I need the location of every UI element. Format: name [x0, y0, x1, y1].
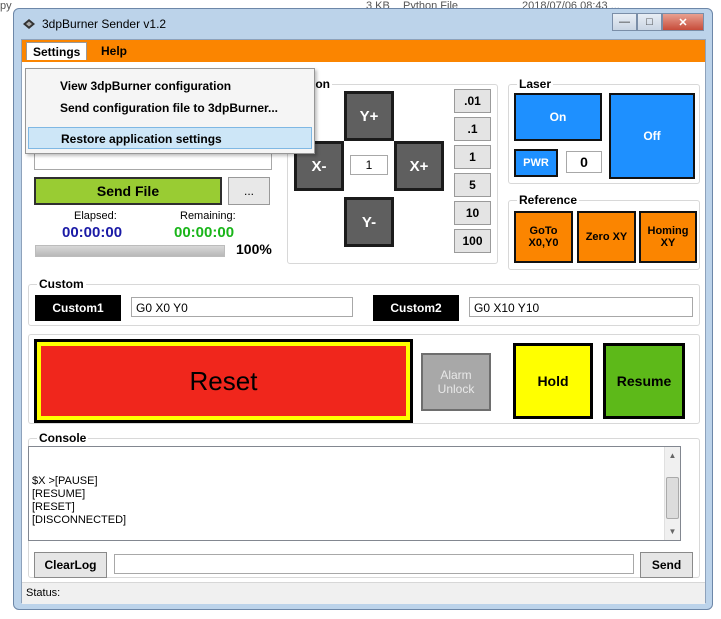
- custom2-command-input[interactable]: G0 X10 Y10: [469, 297, 693, 317]
- laser-power-input[interactable]: 0: [566, 151, 602, 173]
- resume-button[interactable]: Resume: [603, 343, 685, 419]
- reference-group: Reference GoTo X0,Y0 Zero XY Homing XY: [508, 193, 700, 270]
- step-button-0[interactable]: .01: [454, 89, 491, 113]
- settings-dropdown: View 3dpBurner configuration Send config…: [25, 68, 315, 154]
- jog-x-plus-button[interactable]: X+: [394, 141, 444, 191]
- send-command-button[interactable]: Send: [640, 552, 693, 578]
- laser-group-title: Laser: [517, 77, 554, 91]
- alarm-unlock-button[interactable]: Alarm Unlock: [421, 353, 491, 411]
- laser-off-button[interactable]: Off: [609, 93, 695, 179]
- reset-button[interactable]: Reset: [34, 339, 413, 423]
- console-group-title: Console: [37, 431, 89, 445]
- bg-filename: py: [0, 0, 12, 12]
- status-bar: Status:: [22, 582, 705, 604]
- control-group: Reset Alarm Unlock Hold Resume: [28, 334, 700, 424]
- menu-settings[interactable]: Settings: [26, 42, 88, 60]
- step-button-4[interactable]: 10: [454, 201, 491, 225]
- send-file-button[interactable]: Send File: [34, 177, 222, 205]
- menu-view-configuration[interactable]: View 3dpBurner configuration: [28, 75, 312, 97]
- remaining-label: Remaining:: [180, 210, 236, 222]
- maximize-icon: □: [646, 16, 653, 28]
- browse-button[interactable]: ...: [228, 177, 270, 205]
- custom-group-title: Custom: [37, 277, 86, 291]
- custom1-button[interactable]: Custom1: [35, 295, 121, 321]
- step-button-3[interactable]: 5: [454, 173, 491, 197]
- console-log-text: $X >[PAUSE] [RESUME] [RESET] [DISCONNECT…: [32, 475, 127, 526]
- hold-button[interactable]: Hold: [513, 343, 593, 419]
- goto-origin-button[interactable]: GoTo X0,Y0: [514, 211, 573, 263]
- zero-xy-button[interactable]: Zero XY: [577, 211, 636, 263]
- status-label: Status:: [26, 587, 61, 599]
- close-button[interactable]: ✕: [662, 13, 704, 31]
- menu-help[interactable]: Help: [95, 42, 133, 60]
- app-icon: [23, 19, 35, 29]
- scroll-down-icon[interactable]: ▼: [666, 525, 679, 538]
- menu-restore-settings[interactable]: Restore application settings: [28, 127, 312, 149]
- console-log[interactable]: $X >[PAUSE] [RESUME] [RESET] [DISCONNECT…: [28, 446, 681, 541]
- reference-group-title: Reference: [517, 193, 580, 207]
- clear-log-button[interactable]: ClearLog: [34, 552, 107, 578]
- scroll-up-icon[interactable]: ▲: [666, 449, 679, 462]
- custom2-button[interactable]: Custom2: [373, 295, 459, 321]
- jog-y-minus-button[interactable]: Y-: [344, 197, 394, 247]
- step-button-5[interactable]: 100: [454, 229, 491, 253]
- jog-y-plus-button[interactable]: Y+: [344, 91, 394, 141]
- progress-bar: [35, 245, 225, 257]
- console-scrollbar[interactable]: ▲ ▼: [664, 447, 680, 540]
- client-area: Settings Help Send File ... Elapsed: Rem…: [21, 39, 706, 604]
- homing-xy-button[interactable]: Homing XY: [639, 211, 697, 263]
- step-button-1[interactable]: .1: [454, 117, 491, 141]
- menu-send-configuration[interactable]: Send configuration file to 3dpBurner...: [28, 97, 312, 119]
- minimize-icon: —: [619, 16, 630, 28]
- custom1-command-input[interactable]: G0 X0 Y0: [131, 297, 353, 317]
- laser-group: Laser On Off PWR 0: [508, 77, 700, 184]
- elapsed-label: Elapsed:: [74, 210, 117, 222]
- step-button-2[interactable]: 1: [454, 145, 491, 169]
- scroll-thumb[interactable]: [666, 477, 679, 519]
- step-size-input[interactable]: 1: [350, 155, 388, 175]
- laser-pwr-button[interactable]: PWR: [514, 149, 558, 177]
- close-icon: ✕: [678, 16, 688, 29]
- command-input[interactable]: [114, 554, 634, 574]
- custom-group: Custom Custom1 G0 X0 Y0 Custom2 G0 X10 Y…: [28, 277, 700, 326]
- maximize-button[interactable]: □: [637, 13, 662, 31]
- menu-bar: Settings Help: [22, 40, 705, 62]
- remaining-time: 00:00:00: [174, 224, 235, 241]
- title-bar[interactable]: 3dpBurner Sender v1.2 — □ ✕: [14, 9, 712, 39]
- app-window: 3dpBurner Sender v1.2 — □ ✕ Settings Hel…: [13, 8, 713, 610]
- position-group: ion Y+ X- 1 X+ Y- .01 .1 1 5 10 100: [287, 77, 498, 264]
- elapsed-time: 00:00:00: [62, 224, 123, 241]
- minimize-button[interactable]: —: [612, 13, 637, 31]
- laser-on-button[interactable]: On: [514, 93, 602, 141]
- window-title: 3dpBurner Sender v1.2: [42, 17, 167, 31]
- progress-fill: [36, 246, 224, 256]
- progress-text: 100%: [236, 241, 272, 257]
